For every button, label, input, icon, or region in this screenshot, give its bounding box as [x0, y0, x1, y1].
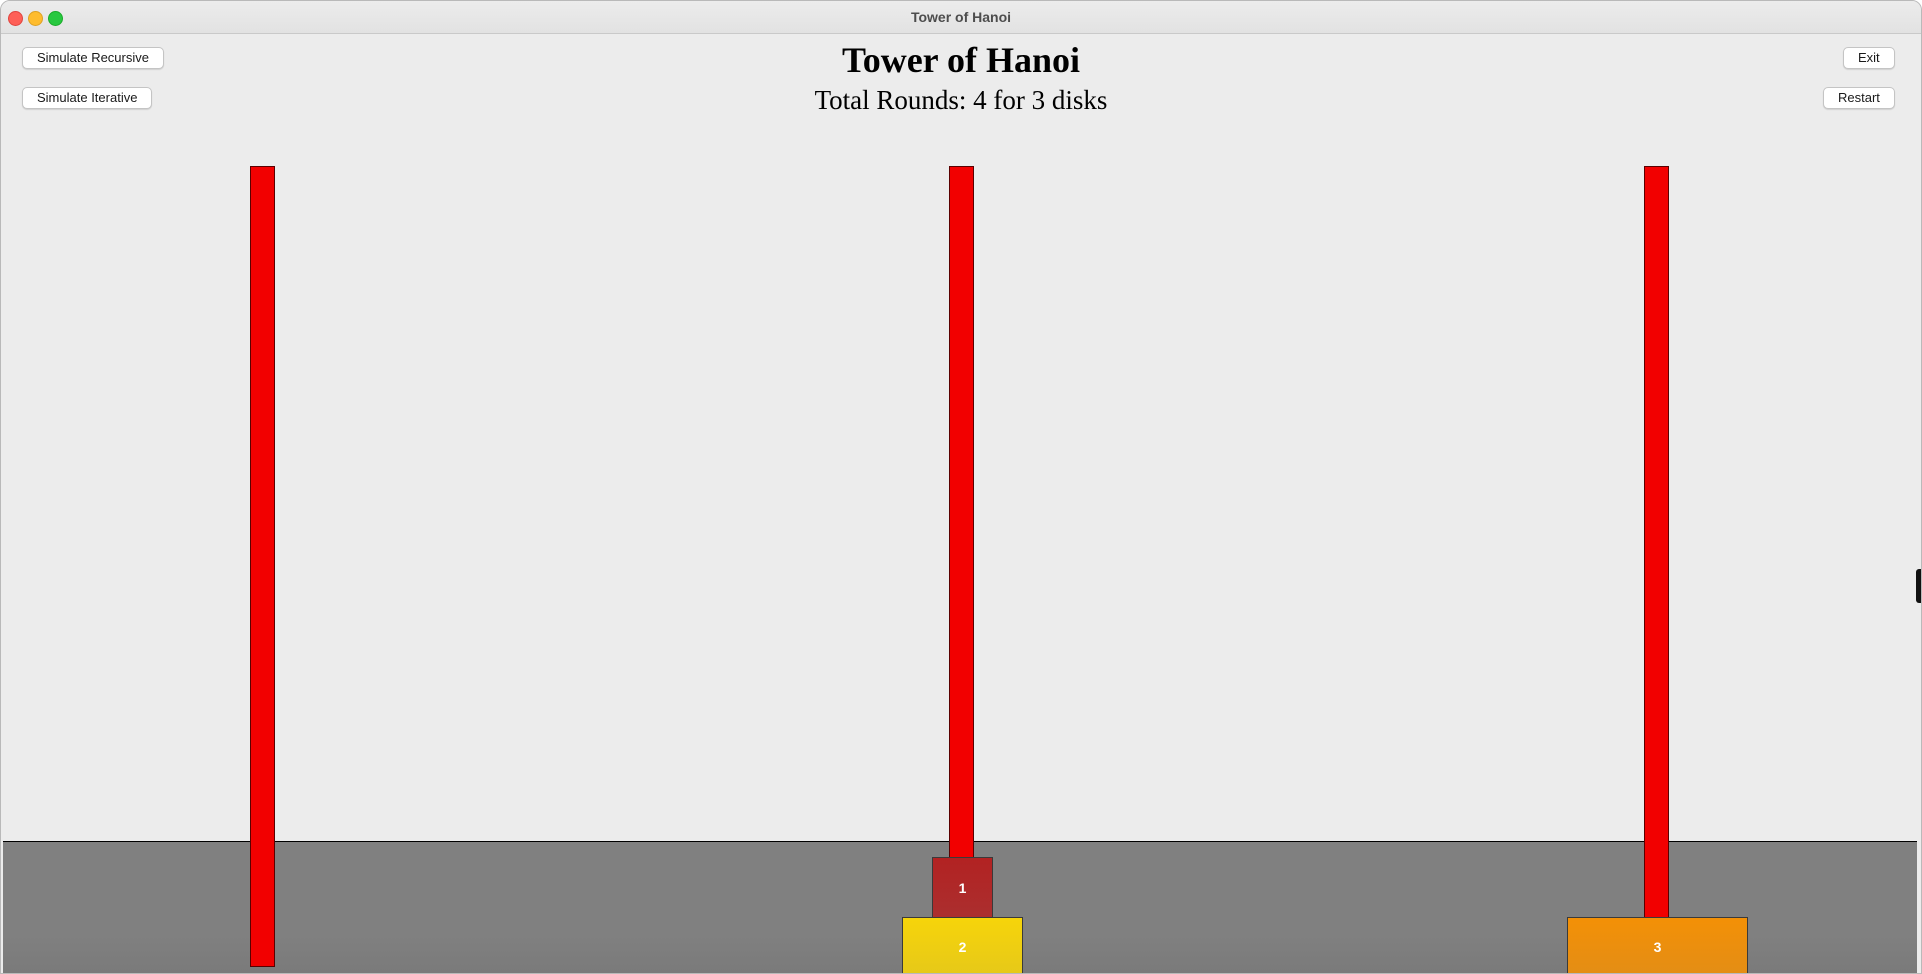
- disk-3[interactable]: 3: [1567, 917, 1748, 973]
- peg-left[interactable]: [250, 166, 275, 967]
- rounds-counter: Total Rounds: 4 for 3 disks: [814, 85, 1108, 115]
- app-window: Tower of Hanoi Simulate Recursive Simula…: [0, 0, 1922, 974]
- peg-middle[interactable]: [949, 166, 974, 858]
- disk-1[interactable]: 1: [932, 857, 993, 918]
- peg-right[interactable]: [1644, 166, 1669, 918]
- disk-2[interactable]: 2: [902, 917, 1023, 973]
- title-bar: Tower of Hanoi: [1, 1, 1921, 34]
- resize-handle[interactable]: [1916, 569, 1921, 603]
- page-title: Tower of Hanoi: [841, 40, 1081, 80]
- window-title: Tower of Hanoi: [910, 9, 1012, 25]
